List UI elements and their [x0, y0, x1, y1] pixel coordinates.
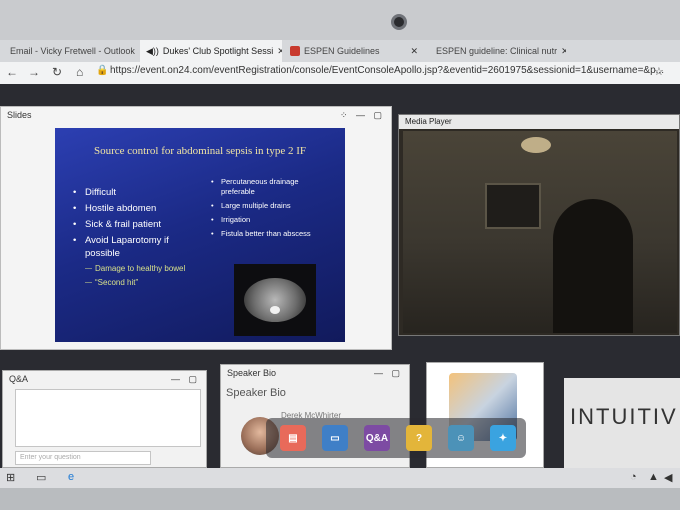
person-icon[interactable]: ☺ [448, 425, 474, 451]
brand-logo-text: INTUITIV [570, 404, 678, 429]
panel-controls[interactable]: ⁘ — ▢ [340, 110, 385, 121]
slides-panel: Slides ⁘ — ▢ Source control for abdomina… [0, 106, 392, 350]
bullet: Hostile abdomen [73, 202, 193, 215]
forward-icon[interactable]: → [28, 65, 40, 79]
media-player-title: Media Player [399, 115, 679, 129]
document-icon [290, 46, 300, 56]
monitor-bezel-bottom [0, 488, 680, 510]
favorite-star-icon[interactable]: ☆ [654, 65, 664, 78]
speaker-video[interactable] [403, 131, 677, 333]
edge-browser-icon[interactable]: e [68, 471, 74, 483]
slides-icon[interactable]: ▤ [280, 425, 306, 451]
widget-toolbar: ▤ ▭ Q&A ? ☺ ✦ [266, 418, 526, 458]
network-icon[interactable]: ◔ [630, 471, 637, 483]
presentation-icon[interactable]: ▭ [322, 425, 348, 451]
tab-espen-clinical[interactable]: ESPEN guideline: Clinical nutr ✕ [426, 40, 566, 62]
speaker-icon: ◀)) [146, 45, 159, 56]
webinar-console: Slides ⁘ — ▢ Source control for abdomina… [0, 84, 680, 468]
panel-controls[interactable]: — ▢ [374, 368, 403, 379]
tab-label: ESPEN Guidelines [304, 46, 380, 56]
media-player-panel: Media Player [398, 114, 680, 336]
start-icon[interactable]: ⊞ [6, 471, 15, 484]
slide-title: Source control for abdominal sepsis in t… [93, 145, 307, 157]
brand-panel: INTUITIV [564, 378, 680, 468]
qa-button[interactable]: Q&A [364, 425, 390, 451]
close-icon[interactable]: ✕ [277, 46, 282, 57]
question-input[interactable]: Enter your question [15, 451, 151, 465]
home-icon[interactable]: ⌂ [76, 65, 83, 79]
notifications-icon[interactable]: ▲ [648, 471, 659, 483]
tab-label: Email - Vicky Fretwell - Outlook [10, 46, 135, 56]
tab-dukes-club[interactable]: ◀)) Dukes' Club Spotlight Sessi ✕ [140, 40, 282, 62]
twitter-icon[interactable]: ✦ [490, 425, 516, 451]
slide-left-bullets: Difficult Hostile abdomen Sick & frail p… [73, 186, 193, 288]
slide-right-bullets: Percutaneous drainage preferable Large m… [211, 177, 331, 243]
qa-message-area [15, 389, 201, 447]
tab-espen-guidelines[interactable]: ESPEN Guidelines ✕ [284, 40, 424, 62]
ct-scan-image [234, 264, 316, 336]
reload-icon[interactable]: ↻ [52, 65, 62, 79]
task-view-icon[interactable]: ▭ [36, 471, 46, 484]
tab-outlook[interactable]: Email - Vicky Fretwell - Outlook ✕ [0, 40, 140, 62]
video-lamp [521, 137, 551, 153]
webcam [391, 14, 407, 30]
os-taskbar: ⊞ ▭ e ◔ ▲ ◀ [0, 468, 680, 488]
tab-label: ESPEN guideline: Clinical nutr [436, 46, 558, 56]
bullet: Large multiple drains [211, 201, 331, 211]
bullet: Difficult [73, 186, 193, 199]
help-button[interactable]: ? [406, 425, 432, 451]
sub-bullet: Damage to healthy bowel [73, 263, 193, 274]
panel-title: Q&A [9, 374, 29, 384]
sub-bullet: “Second hit” [73, 277, 193, 288]
panel-title: Slides [7, 110, 32, 120]
url-field[interactable]: https://event.on24.com/eventRegistration… [110, 65, 680, 81]
panel-title: Speaker Bio [227, 368, 277, 378]
back-icon[interactable]: ← [6, 65, 18, 79]
bullet: Sick & frail patient [73, 218, 193, 231]
bullet: Avoid Laparotomy if possible [73, 234, 193, 260]
bio-heading: Speaker Bio [226, 387, 286, 399]
video-speaker [553, 199, 633, 333]
address-bar: ← → ↻ ⌂ 🔒 https://event.on24.com/eventRe… [0, 62, 680, 84]
monitor-bezel-top [0, 0, 680, 40]
video-wall-frame [485, 183, 541, 229]
bullet: Irrigation [211, 215, 331, 225]
bullet: Percutaneous drainage preferable [211, 177, 331, 197]
ct-spine [270, 306, 280, 314]
browser-tab-bar: Email - Vicky Fretwell - Outlook ✕ ◀)) D… [0, 40, 680, 62]
qa-panel: Q&A — ▢ Enter your question [2, 370, 207, 468]
close-icon[interactable]: ✕ [410, 46, 418, 57]
panel-controls[interactable]: — ▢ [171, 374, 200, 385]
bullet: Fistula better than abscess [211, 229, 331, 239]
volume-icon[interactable]: ◀ [664, 471, 672, 484]
ct-body [244, 278, 306, 322]
lock-icon: 🔒 [96, 65, 109, 76]
close-icon[interactable]: ✕ [561, 46, 566, 57]
tab-label: Dukes' Club Spotlight Sessi [162, 46, 274, 56]
